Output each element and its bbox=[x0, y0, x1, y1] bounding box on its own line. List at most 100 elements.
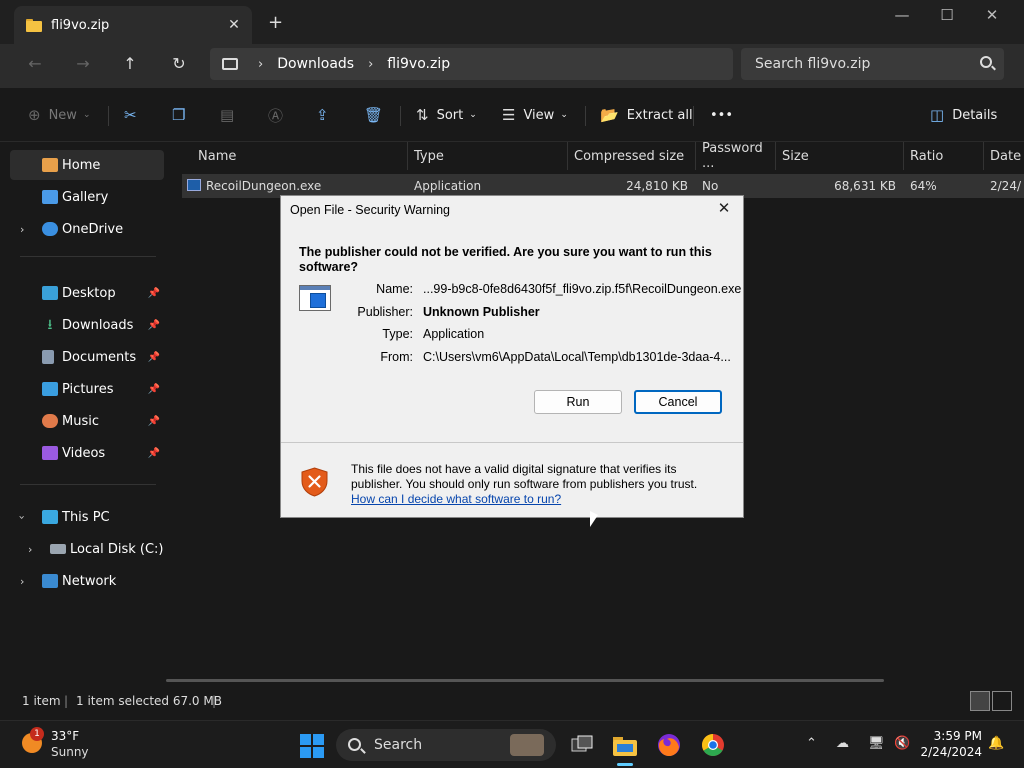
network-icon bbox=[42, 574, 58, 588]
share-button[interactable]: ⇪ bbox=[316, 104, 337, 126]
back-button[interactable]: ← bbox=[22, 54, 48, 78]
copy-button[interactable]: ❐ bbox=[172, 104, 193, 126]
active-app-indicator bbox=[617, 763, 633, 766]
chevron-right-icon: › bbox=[20, 574, 25, 588]
more-options-button[interactable]: ••• bbox=[710, 104, 733, 126]
horizontal-scrollbar[interactable] bbox=[166, 679, 884, 682]
type-value: Application bbox=[423, 327, 485, 341]
new-tab-button[interactable]: + bbox=[268, 12, 283, 33]
pin-icon: 📌 bbox=[147, 383, 160, 395]
divider bbox=[585, 106, 586, 126]
column-header-date[interactable]: Date bbox=[984, 142, 1024, 170]
sidebar-item-onedrive[interactable]: › OneDrive bbox=[10, 214, 164, 244]
cancel-button[interactable]: Cancel bbox=[634, 390, 722, 414]
sidebar-item-downloads[interactable]: ⭳ Downloads 📌 bbox=[10, 310, 164, 340]
breadcrumb-downloads[interactable]: Downloads bbox=[277, 56, 354, 72]
file-name-value: ...99-b9c8-0fe8d6430f5f_fli9vo.zip.f5f\R… bbox=[423, 282, 742, 296]
details-view-toggle[interactable] bbox=[970, 691, 990, 711]
dialog-info-section: This file does not have a valid digital … bbox=[281, 443, 743, 517]
delete-button[interactable]: 🗑 bbox=[364, 104, 391, 126]
publisher-value: Unknown Publisher bbox=[423, 305, 540, 319]
column-header-size[interactable]: Size bbox=[776, 142, 904, 170]
clock-time[interactable]: 3:59 PM bbox=[918, 729, 982, 743]
more-icon: ••• bbox=[710, 107, 734, 123]
column-header-type[interactable]: Type bbox=[408, 142, 568, 170]
forward-button[interactable]: → bbox=[70, 54, 96, 78]
run-button[interactable]: Run bbox=[534, 390, 622, 414]
refresh-button[interactable]: ↻ bbox=[166, 54, 192, 78]
address-bar-row: ← → ↑ ↻ › Downloads › fli9vo.zip Search … bbox=[0, 44, 1024, 88]
trash-icon: 🗑 bbox=[364, 106, 384, 124]
up-button[interactable]: ↑ bbox=[117, 54, 143, 78]
paste-button[interactable]: ▤ bbox=[220, 104, 242, 126]
taskbar-search[interactable]: Search bbox=[336, 729, 556, 761]
cut-button[interactable]: ✂ bbox=[124, 104, 145, 126]
breadcrumb-separator: › bbox=[368, 56, 374, 72]
address-bar[interactable]: › Downloads › fli9vo.zip bbox=[210, 48, 733, 80]
details-pane-icon: ◫ bbox=[930, 106, 945, 124]
rename-button[interactable]: Ⓐ bbox=[268, 104, 291, 126]
tab-fli9vo[interactable]: fli9vo.zip ✕ bbox=[14, 6, 252, 44]
sidebar-item-desktop[interactable]: Desktop 📌 bbox=[10, 278, 164, 308]
maximize-button[interactable]: ☐ bbox=[927, 6, 967, 24]
extract-folder-icon: 📂 bbox=[600, 106, 619, 124]
notification-badge: 1 bbox=[30, 727, 44, 741]
onedrive-offline-icon[interactable]: ☁ bbox=[836, 736, 849, 751]
computer-icon bbox=[222, 58, 238, 70]
dialog-info-text: This file does not have a valid digital … bbox=[351, 462, 698, 506]
search-highlight-icon bbox=[510, 734, 544, 756]
chrome-icon[interactable] bbox=[699, 731, 727, 759]
tab-close-icon[interactable]: ✕ bbox=[222, 17, 246, 33]
start-button[interactable] bbox=[300, 734, 324, 758]
sidebar-item-gallery[interactable]: Gallery bbox=[10, 182, 164, 212]
sort-button[interactable]: ⇅ Sort ⌄ bbox=[416, 104, 477, 126]
sidebar-item-documents[interactable]: Documents 📌 bbox=[10, 342, 164, 372]
notification-bell-icon[interactable]: 🔔 bbox=[988, 736, 1004, 751]
details-button[interactable]: ◫ Details bbox=[930, 104, 997, 126]
weather-condition[interactable]: Sunny bbox=[51, 745, 89, 759]
new-button[interactable]: ⊕ New ⌄ bbox=[28, 104, 90, 126]
chevron-right-icon: › bbox=[28, 542, 33, 556]
sidebar-item-network[interactable]: › Network bbox=[10, 566, 164, 596]
dialog-warning-text: The publisher could not be verified. Are… bbox=[299, 245, 712, 274]
drive-icon bbox=[50, 544, 66, 554]
view-button[interactable]: ☰ View ⌄ bbox=[502, 104, 568, 126]
chevron-down-icon: ⌄ bbox=[560, 110, 568, 120]
show-hidden-icons-button[interactable]: ⌃ bbox=[806, 736, 817, 751]
task-view-icon[interactable] bbox=[568, 731, 596, 759]
firefox-icon[interactable] bbox=[655, 731, 683, 759]
download-icon: ⭳ bbox=[47, 317, 53, 333]
file-size: 68,631 KB bbox=[834, 179, 896, 193]
chevron-down-icon: ⌄ bbox=[82, 110, 91, 120]
video-icon bbox=[42, 446, 58, 460]
sidebar-item-pictures[interactable]: Pictures 📌 bbox=[10, 374, 164, 404]
dialog-close-button[interactable]: ✕ bbox=[713, 199, 735, 221]
column-header-password[interactable]: Password ... bbox=[696, 141, 776, 171]
sidebar-item-videos[interactable]: Videos 📌 bbox=[10, 438, 164, 468]
column-header-ratio[interactable]: Ratio bbox=[904, 142, 984, 170]
pin-icon: 📌 bbox=[147, 415, 160, 427]
minimize-button[interactable]: — bbox=[882, 6, 922, 24]
sidebar-item-music[interactable]: Music 📌 bbox=[10, 406, 164, 436]
weather-temperature[interactable]: 33°F bbox=[51, 729, 79, 743]
file-explorer-icon[interactable] bbox=[611, 731, 639, 759]
tiles-view-toggle[interactable] bbox=[992, 691, 1012, 711]
clock-date[interactable]: 2/24/2024 bbox=[918, 745, 982, 759]
breadcrumb-fli9vo[interactable]: fli9vo.zip bbox=[387, 56, 450, 72]
search-icon bbox=[348, 738, 361, 751]
help-link[interactable]: How can I decide what software to run? bbox=[351, 492, 561, 506]
column-header-compressed-size[interactable]: Compressed size bbox=[568, 142, 696, 170]
sidebar-item-local-disk[interactable]: › Local Disk (C:) bbox=[10, 534, 164, 564]
volume-muted-icon[interactable]: 🔇 bbox=[894, 736, 910, 751]
close-window-button[interactable]: ✕ bbox=[972, 6, 1012, 24]
network-icon[interactable]: 🖥 bbox=[868, 736, 885, 751]
sidebar-item-this-pc[interactable]: › This PC bbox=[10, 502, 164, 532]
divider bbox=[108, 106, 109, 126]
search-input[interactable]: Search fli9vo.zip bbox=[741, 48, 1004, 80]
windows-logo-pane bbox=[313, 747, 324, 758]
sidebar-item-home[interactable]: Home bbox=[10, 150, 164, 180]
command-bar: ⊕ New ⌄ ✂ ❐ ▤ Ⓐ ⇪ 🗑 ⇅ Sort ⌄ ☰ View ⌄ 📂 … bbox=[0, 88, 1024, 142]
extract-all-button[interactable]: 📂 Extract all bbox=[600, 104, 693, 126]
column-header-name[interactable]: Name bbox=[192, 142, 408, 170]
windows-logo-pane bbox=[300, 734, 311, 745]
